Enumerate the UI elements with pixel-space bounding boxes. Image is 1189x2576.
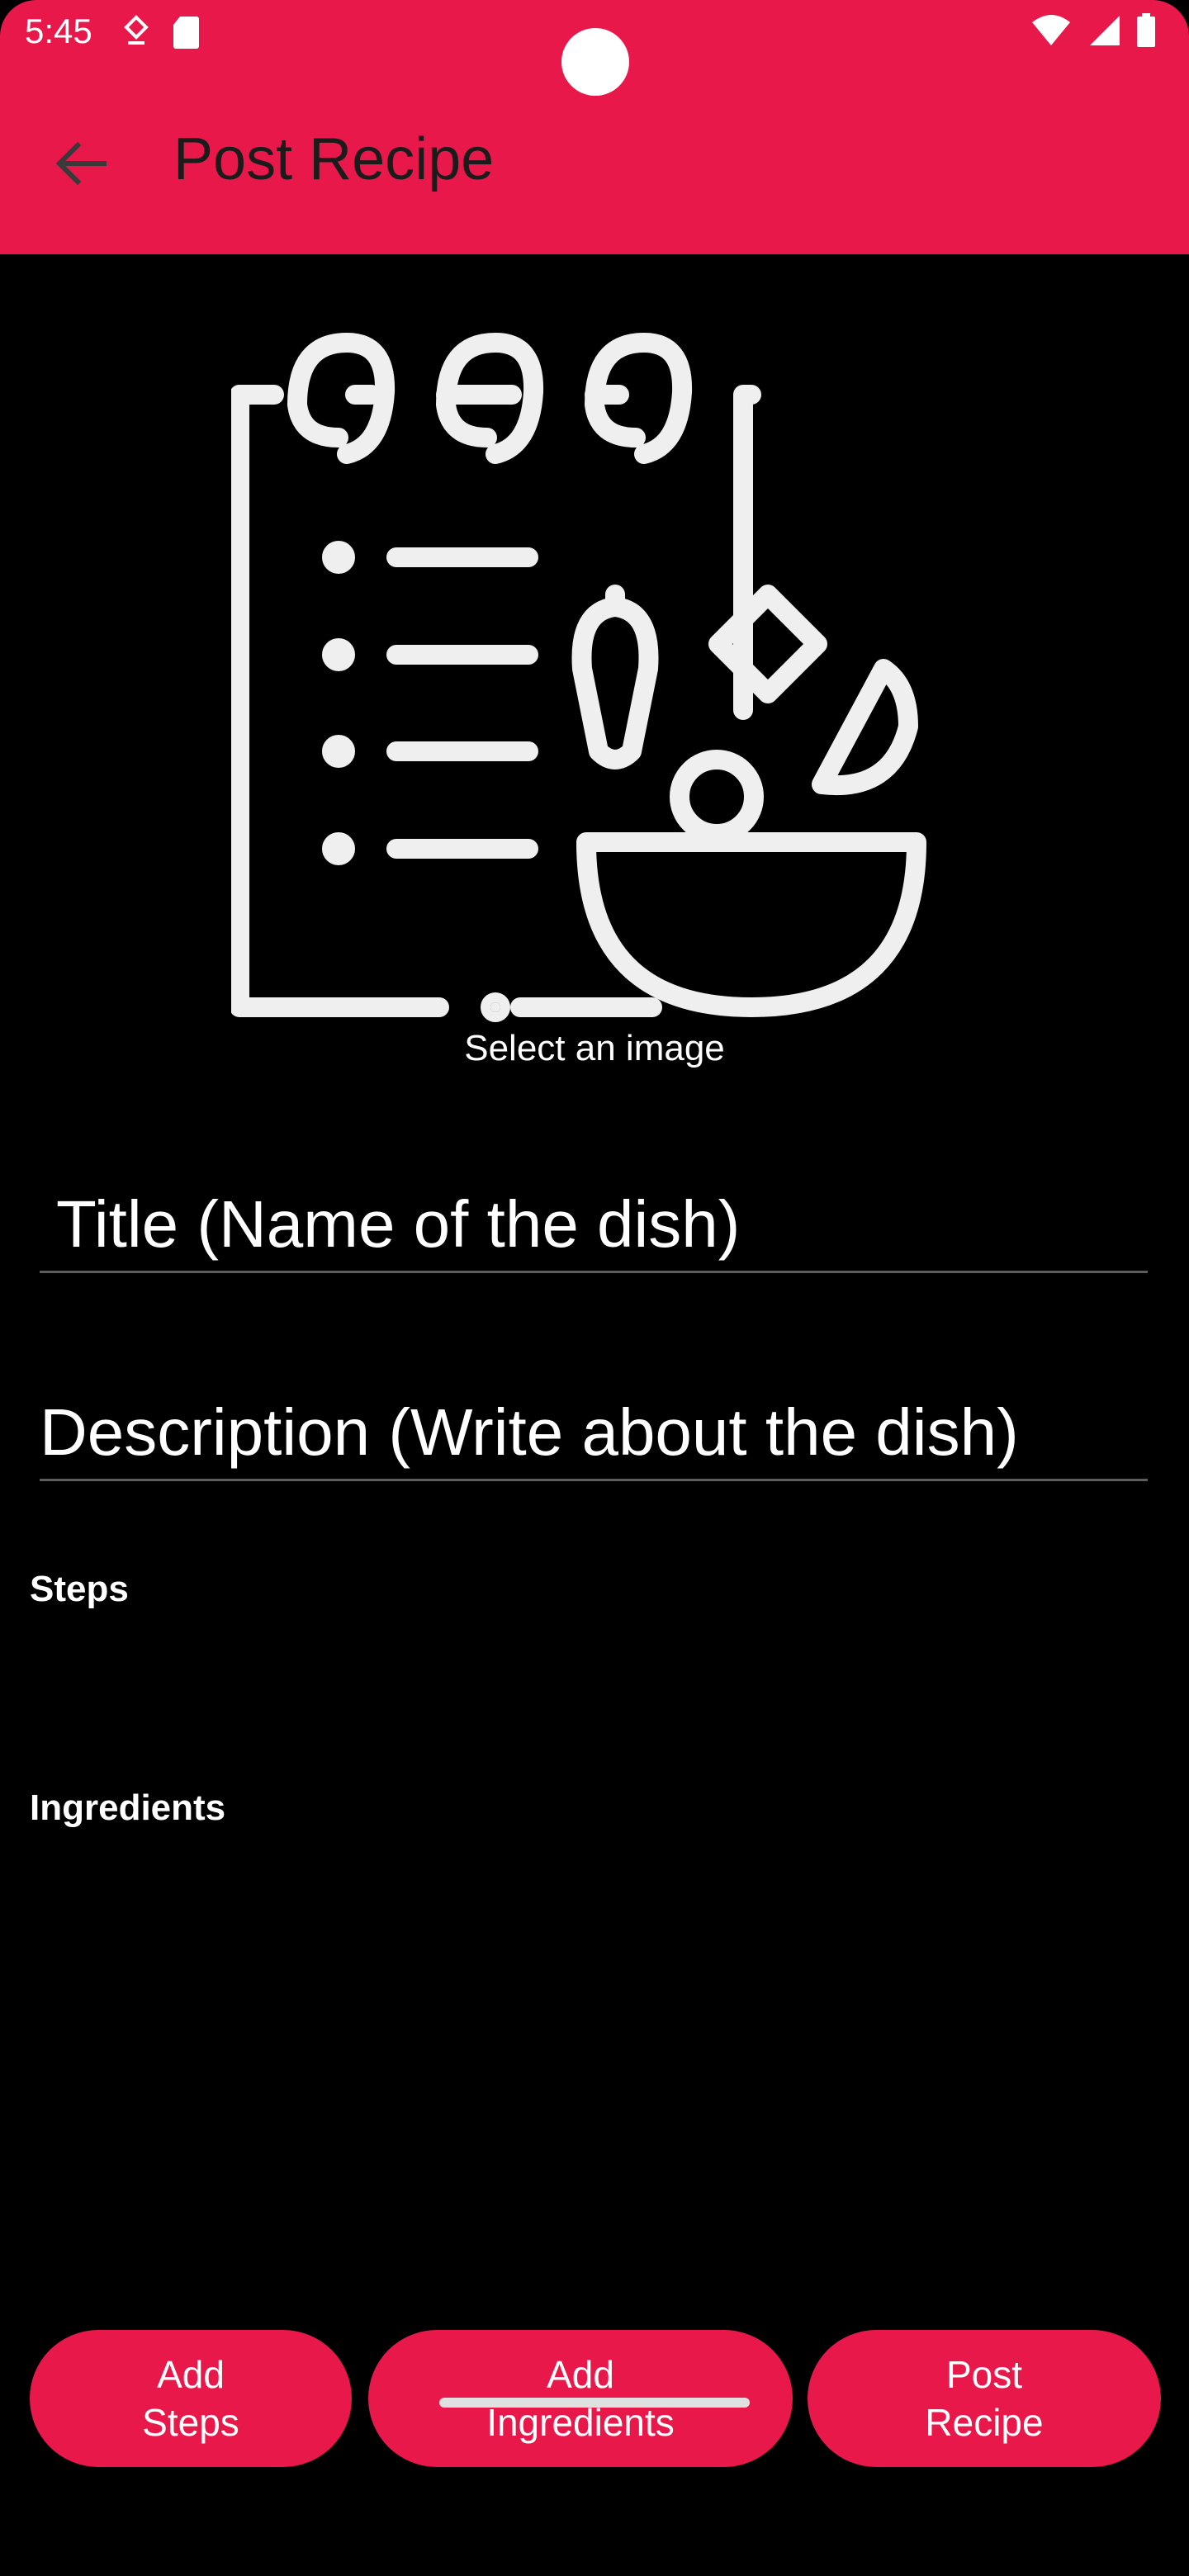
status-time: 5:45 <box>25 12 92 50</box>
add-steps-button-label: Add Steps <box>142 2351 239 2446</box>
camera-cutout <box>561 28 629 96</box>
description-input-placeholder: Description (Write about the dish) <box>40 1395 1019 1469</box>
status-left-icons <box>124 15 200 50</box>
status-right-icons <box>1030 13 1156 48</box>
location-icon <box>124 15 149 45</box>
ingredients-label: Ingredients <box>30 1788 226 1828</box>
page-title: Post Recipe <box>173 126 495 192</box>
steps-label: Steps <box>30 1569 129 1609</box>
description-input[interactable]: Description (Write about the dish) <box>40 1380 1148 1481</box>
title-input-placeholder: Title (Name of the dish) <box>56 1187 741 1261</box>
back-button[interactable] <box>50 132 112 195</box>
app-bar: 5:45 Post Recipe <box>0 0 1189 254</box>
wifi-icon <box>1032 15 1070 45</box>
post-recipe-button[interactable]: Post Recipe <box>808 2330 1161 2467</box>
add-steps-button[interactable]: Add Steps <box>30 2330 352 2467</box>
arrow-back-icon <box>55 141 107 186</box>
home-indicator[interactable] <box>439 2398 750 2408</box>
add-steps-label-line1: Add <box>157 2353 225 2396</box>
image-caption: Select an image <box>464 1028 725 1068</box>
sd-card-icon <box>173 17 199 49</box>
post-recipe-label-line1: Post <box>945 2353 1023 2396</box>
post-recipe-label-line2: Recipe <box>925 2401 1044 2444</box>
signal-icon <box>1090 16 1120 45</box>
add-ingredients-label-line1: Add <box>547 2353 614 2396</box>
add-steps-label-line2: Steps <box>142 2401 239 2444</box>
post-recipe-button-label: Post Recipe <box>925 2351 1043 2446</box>
battery-icon <box>1137 13 1155 47</box>
recipe-notebook-icon <box>230 333 926 1022</box>
image-picker[interactable] <box>230 322 958 1040</box>
title-input[interactable]: Title (Name of the dish) <box>40 1172 1148 1273</box>
post-recipe-screen: 5:45 Post Recipe Select an image Title (… <box>0 0 1189 2576</box>
